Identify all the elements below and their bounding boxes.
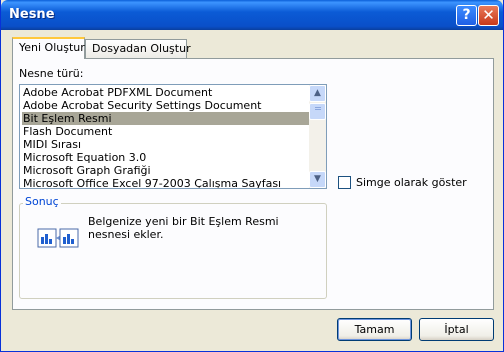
scroll-down-arrow-icon[interactable]: ▼ <box>309 171 326 188</box>
cancel-button[interactable]: İptal <box>419 318 494 341</box>
object-type-list[interactable]: Adobe Acrobat PDFXML Document Adobe Acrob… <box>19 84 327 189</box>
scroll-up-arrow-icon[interactable]: ▲ <box>309 85 326 102</box>
list-item[interactable]: Bit Eşlem Resmi <box>22 112 310 125</box>
dialog-title: Nesne <box>9 7 55 22</box>
bitmap-object-icon <box>37 228 79 248</box>
result-description: Belgenize yeni bir Bit Eşlem Resmi nesne… <box>88 215 279 241</box>
list-item[interactable]: Flash Document <box>22 125 310 138</box>
tab-create-new[interactable]: Yeni Oluştur <box>12 37 85 59</box>
help-button[interactable]: ? <box>456 5 477 26</box>
list-item[interactable]: Adobe Acrobat Security Settings Document <box>22 99 310 112</box>
object-dialog: Nesne ? ✕ Yeni Oluştur Dosyadan Oluştur … <box>0 0 504 352</box>
list-item[interactable]: Microsoft Office Excel 97-2003 Çalışma S… <box>22 177 310 188</box>
result-group-title: Sonuç <box>23 195 61 208</box>
display-as-icon-label: Simge olarak göster <box>356 176 467 189</box>
display-as-icon-option[interactable]: Simge olarak göster <box>338 176 467 189</box>
title-bar[interactable]: Nesne ? ✕ <box>1 0 503 30</box>
list-item[interactable]: Microsoft Graph Grafiği <box>22 164 310 177</box>
object-type-label: Nesne türü: <box>19 67 84 80</box>
display-as-icon-checkbox[interactable] <box>338 176 351 189</box>
list-item[interactable]: Microsoft Equation 3.0 <box>22 151 310 164</box>
tab-create-from-file[interactable]: Dosyadan Oluştur <box>85 39 191 58</box>
scroll-thumb[interactable] <box>309 103 326 120</box>
ok-button[interactable]: Tamam <box>337 318 412 341</box>
list-scrollbar[interactable]: ▲ ▼ <box>309 85 326 188</box>
tab-create-new-label: Yeni Oluştur <box>19 41 85 54</box>
list-item[interactable]: Adobe Acrobat PDFXML Document <box>22 86 310 99</box>
object-type-items: Adobe Acrobat PDFXML Document Adobe Acrob… <box>22 86 310 188</box>
tab-create-from-file-label: Dosyadan Oluştur <box>92 42 191 55</box>
list-item[interactable]: MIDI Sırası <box>22 138 310 151</box>
close-button[interactable]: ✕ <box>478 5 499 26</box>
